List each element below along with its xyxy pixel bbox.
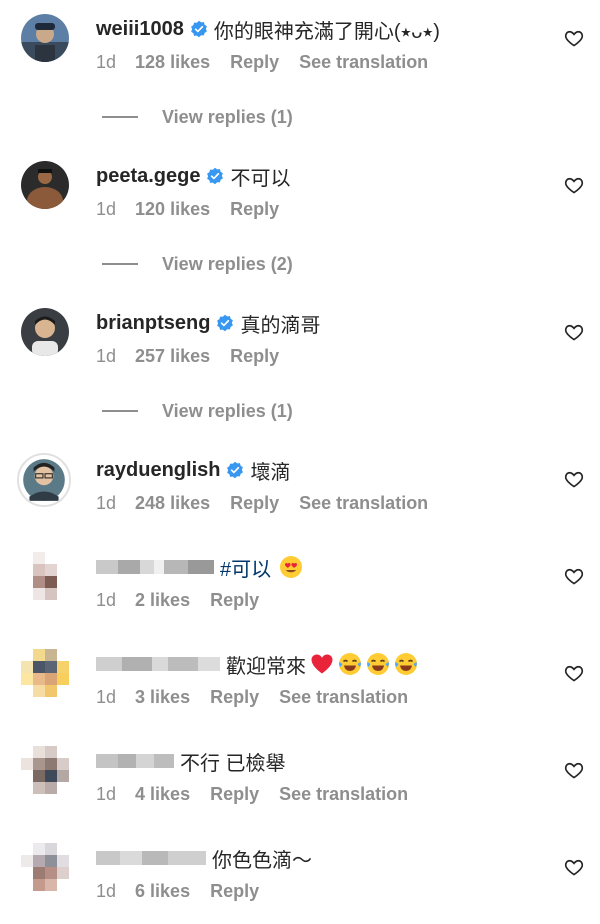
heart-outline-icon[interactable] [564,566,584,586]
likes-count[interactable]: 4 likes [135,784,190,805]
comment-text: 壞滴 [250,461,291,484]
heart-outline-icon[interactable] [564,857,584,877]
username[interactable]: rayduenglish [96,459,220,482]
comment-meta: 1d 128 likes Reply See translation [96,52,448,73]
divider [102,116,138,118]
avatar[interactable] [21,14,69,62]
heart-outline-icon[interactable] [564,469,584,489]
view-replies-label: View replies (1) [162,106,293,127]
timestamp: 1d [96,881,117,901]
reply-button[interactable]: Reply [210,687,259,708]
comment-meta: 1d 6 likes Reply [96,881,279,902]
avatar[interactable] [21,746,69,794]
avatar[interactable] [21,161,69,209]
reply-button[interactable]: Reply [210,881,259,902]
comment-line: 你色色滴～ [96,843,312,873]
avatar[interactable] [21,649,69,697]
comment-text: 真的滴哥 [240,314,321,337]
heart-eyes-emoji-icon [279,555,303,579]
heart-outline-icon[interactable] [564,760,584,780]
comment-text: 歡迎常來 [226,655,306,678]
likes-count[interactable]: 3 likes [135,687,190,708]
likes-count[interactable]: 257 likes [135,346,210,367]
likes-count[interactable]: 6 likes [135,881,190,902]
timestamp: 1d [96,784,117,804]
view-replies-button[interactable]: View replies (2) [102,252,402,276]
timestamp: 1d [96,687,117,707]
verified-badge-icon [216,314,234,332]
timestamp: 1d [96,199,117,219]
see-translation-button[interactable]: See translation [299,493,428,514]
username[interactable]: peeta.gege [96,165,200,188]
divider [102,263,138,265]
comment-text: 不行 已檢舉 [180,752,286,775]
comment-line: brianptseng 真的滴哥 [96,308,320,338]
comments-list: weiii1008 你的眼神充滿了開心(⭑ᴗ⭑) 1d 128 likes Re… [0,0,600,924]
avatar[interactable] [21,308,69,356]
red-heart-emoji-icon [310,652,334,676]
timestamp: 1d [96,493,117,513]
reply-button[interactable]: Reply [210,590,259,611]
reply-button[interactable]: Reply [230,52,279,73]
comment-line: #可以 [96,552,303,582]
likes-count[interactable]: 120 likes [135,199,210,220]
comment-line: peeta.gege 不可以 [96,161,290,191]
see-translation-button[interactable]: See translation [279,784,408,805]
comment-line: 不行 已檢舉 [96,746,286,776]
comment-meta: 1d 248 likes Reply See translation [96,493,448,514]
blurred-username[interactable] [96,657,220,671]
view-replies-label: View replies (1) [162,400,293,421]
timestamp: 1d [96,590,117,610]
blurred-username[interactable] [96,560,214,574]
joy-emoji-icon [366,652,390,676]
comment-meta: 1d 257 likes Reply [96,346,299,367]
likes-count[interactable]: 2 likes [135,590,190,611]
heart-outline-icon[interactable] [564,663,584,683]
likes-count[interactable]: 128 likes [135,52,210,73]
reply-button[interactable]: Reply [230,346,279,367]
avatar[interactable] [21,552,69,600]
verified-badge-icon [226,461,244,479]
see-translation-button[interactable]: See translation [279,687,408,708]
comment-line: 歡迎常來 [96,649,418,679]
comment-meta: 1d 120 likes Reply [96,199,299,220]
reply-button[interactable]: Reply [210,784,259,805]
comment-meta: 1d 3 likes Reply See translation [96,687,428,708]
comment-text: 你色色滴～ [212,849,312,872]
reply-button[interactable]: Reply [230,493,279,514]
joy-emoji-icon [394,652,418,676]
comment-text: 你的眼神充滿了開心(⭑ᴗ⭑) [213,20,440,43]
timestamp: 1d [96,346,117,366]
comment-meta: 1d 2 likes Reply [96,590,279,611]
hashtag-link[interactable]: #可以 [220,553,271,582]
username[interactable]: brianptseng [96,312,210,335]
verified-badge-icon [190,20,208,38]
likes-count[interactable]: 248 likes [135,493,210,514]
avatar[interactable] [17,453,71,507]
divider [102,410,138,412]
avatar[interactable] [21,843,69,891]
comment-text: 不可以 [230,167,291,190]
comment-meta: 1d 4 likes Reply See translation [96,784,428,805]
see-translation-button[interactable]: See translation [299,52,428,73]
blurred-username[interactable] [96,754,174,768]
heart-outline-icon[interactable] [564,322,584,342]
reply-button[interactable]: Reply [230,199,279,220]
username[interactable]: weiii1008 [96,18,184,41]
comment-line: weiii1008 你的眼神充滿了開心(⭑ᴗ⭑) [96,14,440,44]
joy-emoji-icon [338,652,362,676]
comment-line: rayduenglish 壞滴 [96,455,290,485]
blurred-username[interactable] [96,851,206,865]
view-replies-label: View replies (2) [162,253,293,274]
verified-badge-icon [206,167,224,185]
view-replies-button[interactable]: View replies (1) [102,399,402,423]
view-replies-button[interactable]: View replies (1) [102,105,402,129]
timestamp: 1d [96,52,117,72]
heart-outline-icon[interactable] [564,175,584,195]
heart-outline-icon[interactable] [564,28,584,48]
